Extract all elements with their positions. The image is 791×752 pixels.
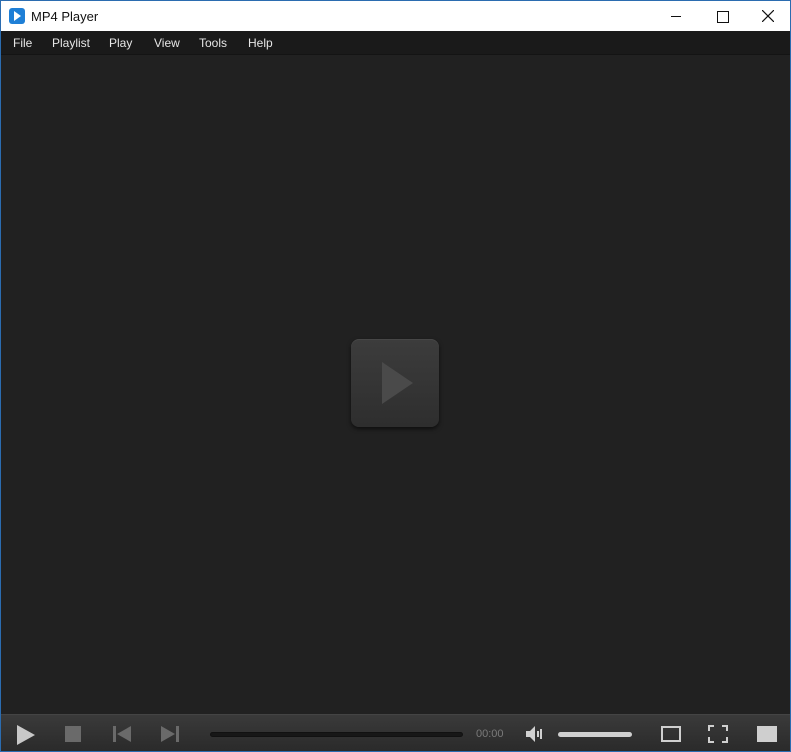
menu-bar: File Playlist Play View Tools Help xyxy=(1,31,790,55)
video-area[interactable] xyxy=(1,55,790,714)
menu-play[interactable]: Play xyxy=(109,37,132,50)
menu-help[interactable]: Help xyxy=(248,37,273,50)
close-button[interactable] xyxy=(745,1,790,31)
window-title: MP4 Player xyxy=(31,9,99,24)
seek-bar[interactable] xyxy=(210,732,463,737)
volume-icon xyxy=(526,726,542,742)
panel-button[interactable] xyxy=(757,726,777,742)
stop-button[interactable] xyxy=(65,726,81,742)
app-logo-icon xyxy=(9,8,25,24)
fullscreen-button[interactable] xyxy=(708,725,728,743)
time-display: 00:00 xyxy=(476,728,504,740)
menu-tools[interactable]: Tools xyxy=(199,37,227,50)
maximize-button[interactable] xyxy=(699,1,745,31)
minimize-button[interactable] xyxy=(653,1,699,31)
title-bar[interactable]: MP4 Player xyxy=(1,1,790,31)
previous-button[interactable] xyxy=(111,724,133,744)
next-icon xyxy=(161,726,179,742)
close-icon xyxy=(762,10,774,22)
control-bar: 00:00 xyxy=(1,714,790,751)
fullscreen-icon xyxy=(708,725,728,743)
window-mode-button[interactable] xyxy=(661,726,681,742)
player-window: MP4 Player File Playlist Play View Tools… xyxy=(0,0,791,752)
menu-playlist[interactable]: Playlist xyxy=(52,37,90,50)
next-button[interactable] xyxy=(159,724,181,744)
menu-view[interactable]: View xyxy=(154,37,180,50)
menu-file[interactable]: File xyxy=(13,37,32,50)
volume-slider[interactable] xyxy=(558,732,632,737)
previous-icon xyxy=(113,726,131,742)
play-button[interactable] xyxy=(15,724,37,746)
big-play-icon[interactable] xyxy=(351,339,439,427)
volume-button[interactable] xyxy=(524,724,546,744)
